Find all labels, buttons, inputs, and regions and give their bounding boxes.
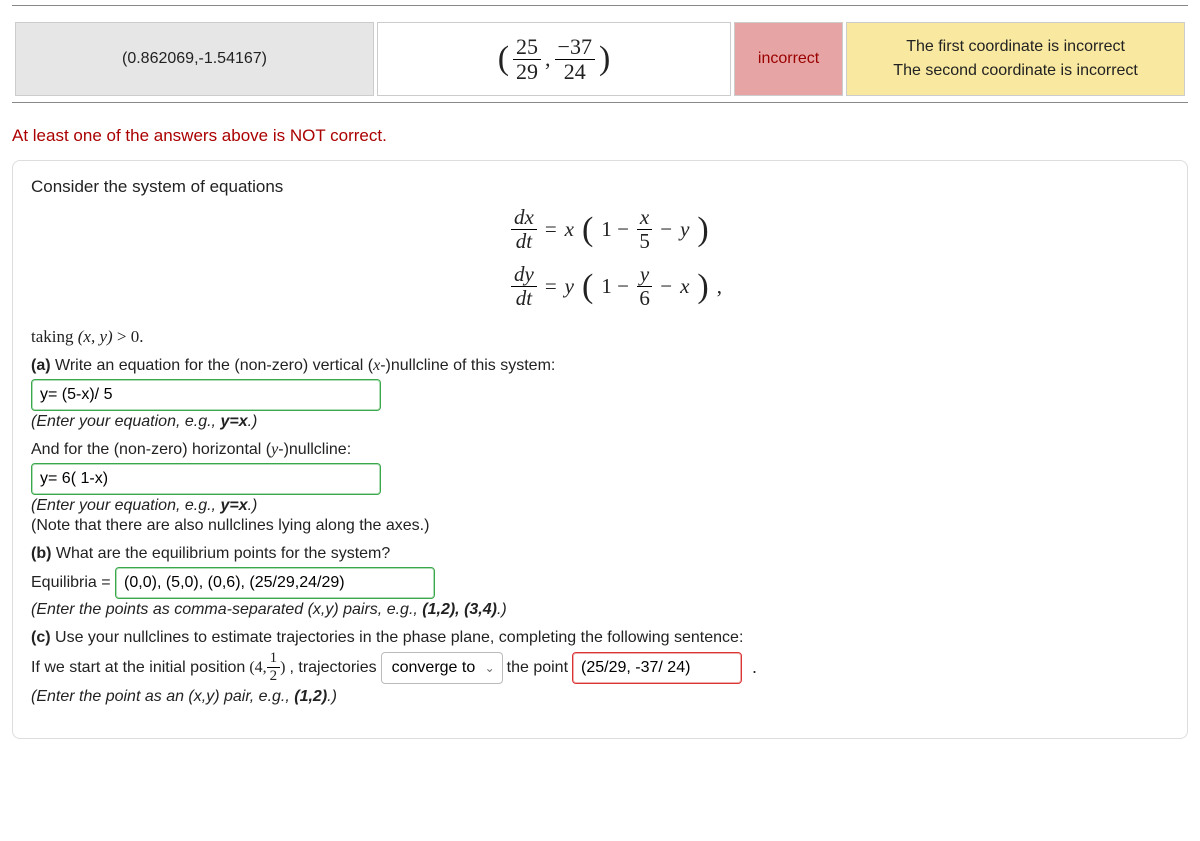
message-line-1: The first coordinate is incorrect	[848, 35, 1183, 59]
part-c-hint: (Enter the point as an (x,y) pair, e.g.,…	[31, 688, 1169, 706]
part-c-point-input[interactable]	[572, 652, 742, 684]
message-line-2: The second coordinate is incorrect	[848, 59, 1183, 83]
result-cell: incorrect	[734, 22, 843, 96]
preview-frac2-num: −37	[555, 36, 595, 60]
horizontal-hint-2: (Note that there are also nullclines lyi…	[31, 517, 1169, 535]
taking-line: taking (x, y) > 0.	[31, 327, 1169, 347]
part-b-input[interactable]	[115, 567, 435, 599]
part-a-input[interactable]	[31, 379, 381, 411]
equation-2: dy dt = y ( 1 − y 6 − x ) ,	[511, 264, 1169, 309]
part-a-prompt: (a) Write an equation for the (non-zero)…	[31, 357, 1169, 375]
part-a-hint: (Enter your equation, e.g., y=x.)	[31, 413, 1169, 431]
horizontal-hint-1: (Enter your equation, e.g., y=x.)	[31, 497, 1169, 515]
part-c-prompt: (c) Use your nullclines to estimate traj…	[31, 629, 1169, 647]
equations-block: dx dt = x ( 1 − x 5 − y ) dy dt	[31, 207, 1169, 309]
trajectory-select[interactable]: converge to	[381, 652, 503, 684]
summary-table: (0.862069,-1.54167) ( 25 29 , −37 24 ) i	[12, 19, 1188, 99]
horizontal-input[interactable]	[31, 463, 381, 495]
preview-cell: ( 25 29 , −37 24 )	[377, 22, 731, 96]
preview-frac1-num: 25	[513, 36, 541, 60]
horizontal-prompt: And for the (non-zero) horizontal (y-)nu…	[31, 441, 1169, 459]
equilibria-label: Equilibria =	[31, 574, 115, 591]
entered-cell: (0.862069,-1.54167)	[15, 22, 374, 96]
part-b-prompt: (b) What are the equilibrium points for …	[31, 545, 1169, 563]
part-b-hint: (Enter the points as comma-separated (x,…	[31, 601, 1169, 619]
preview-frac2-den: 24	[564, 60, 586, 83]
problem-box: Consider the system of equations dx dt =…	[12, 160, 1188, 739]
part-c-sentence: If we start at the initial position (4, …	[31, 651, 1169, 684]
preview-frac1-den: 29	[516, 60, 538, 83]
intro-text: Consider the system of equations	[31, 177, 1169, 197]
equation-1: dx dt = x ( 1 − x 5 − y )	[511, 207, 1169, 252]
error-summary: At least one of the answers above is NOT…	[12, 108, 1188, 154]
messages-cell: The first coordinate is incorrect The se…	[846, 22, 1185, 96]
